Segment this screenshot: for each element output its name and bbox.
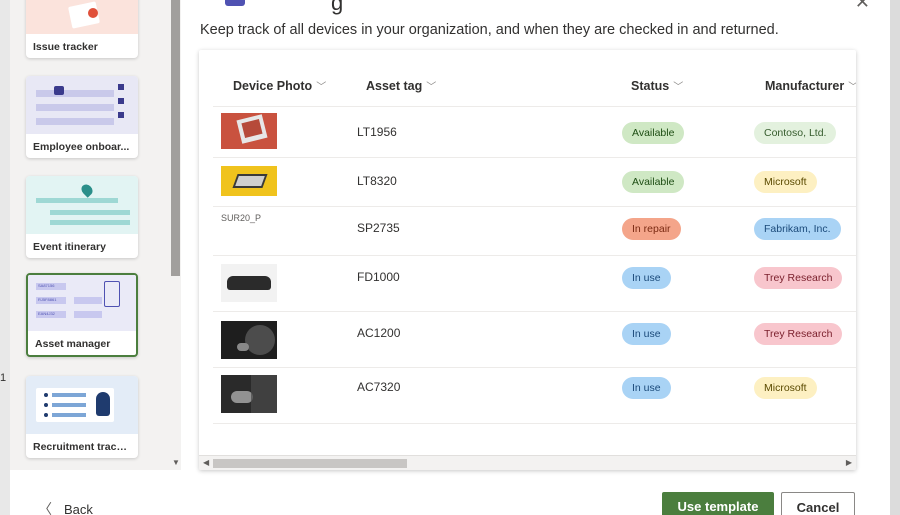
list-preview: Device Photo ﹀ Asset tag ﹀ Status ﹀ Manufac…: [199, 50, 856, 470]
manufacturer-badge: Fabrikam, Inc.: [754, 218, 841, 240]
manufacturer-badge: Microsoft: [754, 377, 817, 399]
chevron-down-icon: ﹀: [673, 82, 684, 93]
close-icon[interactable]: ✕: [855, 0, 870, 13]
template-card-issue-tracker[interactable]: Issue tracker: [26, 0, 138, 58]
template-description: Keep track of all devices in your organi…: [200, 22, 779, 38]
manufacturer-badge: Trey Research: [754, 267, 843, 289]
device-photo: [221, 375, 277, 413]
template-label: Event itinerary: [33, 241, 106, 253]
template-card-employee-onboarding[interactable]: Employee onboar...: [26, 76, 138, 158]
asset-tag-cell: LT1956: [357, 125, 397, 139]
column-header-manufacturer[interactable]: Manufacturer﹀: [765, 78, 856, 93]
table-row[interactable]: AC7320 In use Microsoft: [213, 368, 856, 424]
asset-tag-cell: LT8320: [357, 174, 397, 188]
cancel-button[interactable]: Cancel: [781, 492, 855, 515]
table-row[interactable]: FD1000 In use Trey Research: [213, 256, 856, 312]
device-photo: [221, 113, 277, 149]
asset-thumb-tag: SA87156: [36, 283, 66, 290]
person-icon: [96, 392, 110, 416]
device-photo: [221, 264, 277, 302]
background-app-right: [890, 0, 900, 515]
column-header-status[interactable]: Status ﹀: [631, 78, 683, 93]
asset-tag-cell: AC7320: [357, 380, 401, 394]
status-badge: In use: [622, 267, 671, 289]
rail-scrollbar[interactable]: ▼: [170, 0, 181, 470]
column-header-label: Asset tag: [366, 79, 423, 93]
chevron-down-icon: ﹀: [426, 82, 437, 93]
manufacturer-badge: Contoso, Ltd.: [754, 122, 837, 144]
back-label: Back: [64, 502, 93, 515]
template-card-asset-manager[interactable]: SA87156 RJ5F8861 EAN4J32 Asset manager: [26, 273, 138, 357]
template-label: Recruitment tracker: [33, 441, 133, 453]
table-row[interactable]: LT8320 Available Microsoft: [213, 158, 856, 207]
asset-tag-cell: FD1000: [357, 270, 400, 284]
manufacturer-badge: Trey Research: [754, 323, 843, 345]
horizontal-scrollbar[interactable]: ◀ ▶: [199, 455, 856, 470]
template-dialog: Issue tracker Employee onboar... Event i…: [10, 0, 890, 515]
status-badge: In use: [622, 377, 671, 399]
horizontal-scrollbar-thumb[interactable]: [213, 459, 407, 468]
dialog-title: g: [331, 0, 344, 15]
employee-onboarding-thumbnail: [26, 76, 138, 134]
column-header-device-photo[interactable]: Device Photo ﹀: [233, 78, 326, 93]
column-header-label: Device Photo: [233, 79, 313, 93]
template-card-recruitment-tracker[interactable]: Recruitment tracker: [26, 376, 138, 458]
device-photo: [221, 166, 277, 196]
map-pin-icon: [79, 182, 95, 198]
broken-image-icon: SUR20_P: [221, 213, 277, 249]
back-button[interactable]: 〈 Back: [38, 499, 93, 515]
recruitment-tracker-thumbnail: [26, 376, 138, 434]
scroll-right-arrow-icon[interactable]: ▶: [846, 458, 852, 467]
photo-alt-text: SUR20_P: [221, 213, 262, 223]
event-itinerary-thumbnail: [26, 176, 138, 234]
list-app-icon: [225, 0, 245, 6]
chevron-down-icon: ﹀: [848, 82, 856, 93]
asset-thumb-tag: EAN4J32: [36, 311, 66, 318]
scroll-left-arrow-icon[interactable]: ◀: [203, 458, 209, 467]
asset-tag-cell: SP2735: [357, 221, 400, 235]
status-badge: Available: [622, 122, 685, 144]
asset-thumb-tag: RJ5F8861: [36, 297, 66, 304]
status-badge: In use: [622, 323, 671, 345]
manufacturer-badge: Microsoft: [754, 171, 817, 193]
background-app: [0, 0, 10, 515]
issue-tracker-thumbnail: [26, 0, 138, 34]
asset-tag-cell: AC1200: [357, 326, 401, 340]
chevron-down-icon: ﹀: [316, 82, 327, 93]
table-row[interactable]: AC1200 In use Trey Research: [213, 312, 856, 368]
device-icon: [104, 281, 120, 307]
template-preview-panel: g ✕ Keep track of all devices in your or…: [181, 0, 890, 515]
status-badge: In repair: [622, 218, 681, 240]
background-text-fragment: 1: [0, 372, 7, 384]
rail-scrollbar-thumb[interactable]: [171, 0, 180, 276]
template-label: Asset manager: [35, 338, 111, 350]
scroll-down-arrow-icon[interactable]: ▼: [172, 458, 180, 467]
column-header-label: Status: [631, 79, 670, 93]
asset-manager-thumbnail: SA87156 RJ5F8861 EAN4J32: [28, 275, 136, 331]
template-card-event-itinerary[interactable]: Event itinerary: [26, 176, 138, 258]
table-row[interactable]: SUR20_P SP2735 In repair Fabrikam, Inc.: [213, 207, 856, 256]
device-photo: [221, 321, 277, 359]
column-header-label: Manufacturer: [765, 79, 845, 93]
template-label: Issue tracker: [33, 41, 98, 53]
column-header-asset-tag[interactable]: Asset tag ﹀: [366, 78, 436, 93]
template-rail: Issue tracker Employee onboar... Event i…: [10, 0, 170, 470]
template-label: Employee onboar...: [33, 141, 130, 153]
use-template-button[interactable]: Use template: [662, 492, 774, 515]
table-row[interactable]: LT1956 Available Contoso, Ltd.: [213, 107, 856, 158]
status-badge: Available: [622, 171, 685, 193]
chevron-left-icon: 〈: [38, 501, 52, 515]
